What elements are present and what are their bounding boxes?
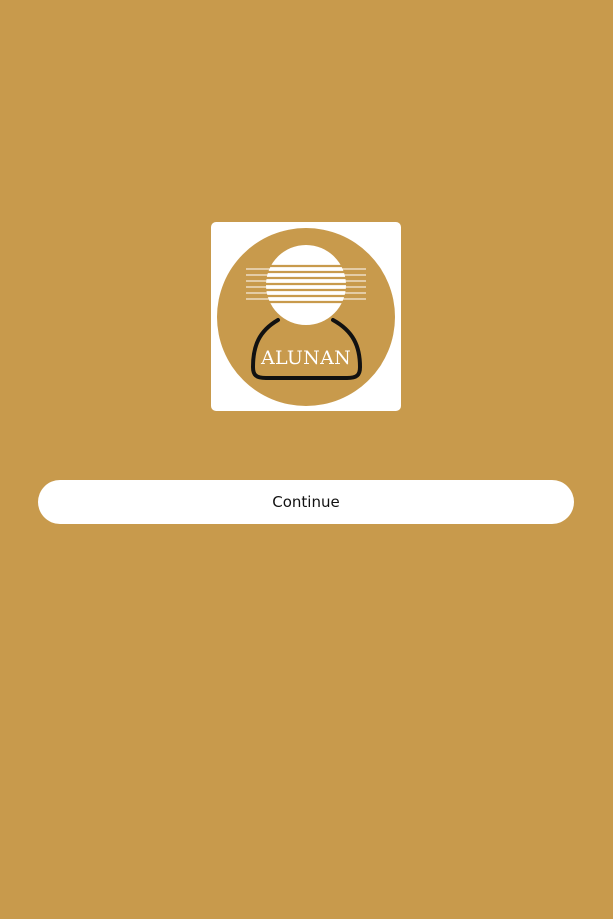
alunan-logo-icon: ALUNAN	[217, 228, 395, 406]
continue-button[interactable]: Continue	[38, 480, 574, 524]
app-logo: ALUNAN	[211, 222, 401, 411]
logo-wordmark: ALUNAN	[260, 347, 351, 369]
splash-screen: ALUNAN Continue	[0, 0, 613, 919]
guitar-strings	[246, 264, 366, 304]
